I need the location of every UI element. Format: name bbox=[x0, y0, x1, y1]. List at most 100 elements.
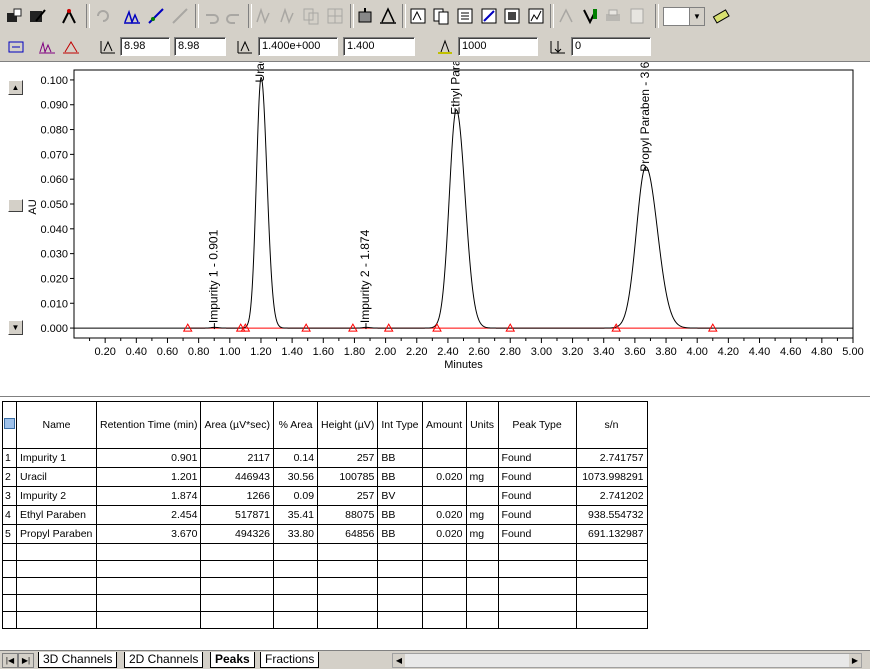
empty-cell[interactable] bbox=[16, 543, 97, 561]
integrate-icon[interactable] bbox=[121, 5, 143, 27]
cell-row-number[interactable]: 5 bbox=[2, 524, 17, 544]
table-corner-icon[interactable] bbox=[2, 401, 17, 449]
cell-units[interactable]: mg bbox=[465, 467, 499, 487]
cell-int-type[interactable]: BB bbox=[377, 505, 423, 525]
empty-cell[interactable] bbox=[16, 577, 97, 595]
cell-retention-time[interactable]: 1.874 bbox=[95, 486, 202, 506]
empty-cell[interactable] bbox=[377, 611, 423, 629]
zoom-scale-icon[interactable] bbox=[5, 36, 27, 58]
empty-cell[interactable] bbox=[575, 577, 648, 595]
empty-table-row[interactable] bbox=[2, 577, 648, 595]
cell-row-number[interactable]: 2 bbox=[2, 467, 17, 487]
empty-cell[interactable] bbox=[273, 543, 319, 561]
empty-cell[interactable] bbox=[200, 594, 275, 612]
y-value-field[interactable]: 1.400 bbox=[343, 37, 415, 56]
empty-cell[interactable] bbox=[95, 543, 202, 561]
empty-cell[interactable] bbox=[465, 560, 499, 578]
table-row[interactable]: 2 Uracil 1.201 446943 30.56 100785 BB 0.020 mg Fo… bbox=[2, 467, 648, 487]
tab-2d-channels[interactable]: 2D Channels bbox=[124, 652, 204, 668]
empty-table-row[interactable] bbox=[2, 611, 648, 629]
cell-area[interactable]: 446943 bbox=[200, 467, 275, 487]
empty-cell[interactable] bbox=[497, 560, 577, 578]
empty-cell[interactable] bbox=[200, 543, 275, 561]
offset-field[interactable]: 0 bbox=[571, 37, 651, 56]
cell-name[interactable]: Impurity 2 bbox=[16, 486, 97, 506]
empty-cell[interactable] bbox=[2, 560, 17, 578]
view-chromatogram-icon[interactable] bbox=[407, 5, 429, 27]
chromatogram-chart[interactable]: 0.000 0.010 0.020 0.030 0.040 0.050 0.060 0.070… bbox=[0, 62, 870, 372]
y-max-field[interactable]: 1.400e+000 bbox=[258, 37, 338, 56]
cell-units[interactable]: mg bbox=[465, 505, 499, 525]
empty-cell[interactable] bbox=[497, 543, 577, 561]
col-header-int-type[interactable]: Int Type bbox=[377, 401, 423, 449]
calibration-curve-icon[interactable] bbox=[478, 5, 500, 27]
process-icon[interactable] bbox=[27, 5, 49, 27]
cell-percent-area[interactable]: 0.09 bbox=[273, 486, 319, 506]
tab-nav-next-icon[interactable]: ▶| bbox=[18, 653, 34, 668]
cell-name[interactable]: Uracil bbox=[16, 467, 97, 487]
cell-sn[interactable]: 2.741202 bbox=[575, 486, 648, 506]
cell-percent-area[interactable]: 35.41 bbox=[273, 505, 319, 525]
empty-cell[interactable] bbox=[317, 577, 379, 595]
cell-area[interactable]: 494326 bbox=[200, 524, 275, 544]
cell-height[interactable]: 64856 bbox=[317, 524, 379, 544]
cell-peak-type[interactable]: Found bbox=[497, 486, 577, 506]
cell-int-type[interactable]: BB bbox=[377, 448, 423, 468]
empty-cell[interactable] bbox=[421, 543, 467, 561]
x-scale-icon[interactable] bbox=[97, 36, 119, 58]
col-header-sn[interactable]: s/n bbox=[575, 401, 648, 449]
cell-name[interactable]: Ethyl Paraben bbox=[16, 505, 97, 525]
calibrate-icon[interactable] bbox=[145, 5, 167, 27]
empty-cell[interactable] bbox=[95, 594, 202, 612]
cell-percent-area[interactable]: 0.14 bbox=[273, 448, 319, 468]
x-min-field[interactable]: 8.98 bbox=[120, 37, 170, 56]
empty-cell[interactable] bbox=[377, 594, 423, 612]
cell-area[interactable]: 2117 bbox=[200, 448, 275, 468]
print-icon[interactable] bbox=[602, 5, 624, 27]
preview-icon[interactable] bbox=[626, 5, 648, 27]
cell-sn[interactable]: 2.741757 bbox=[575, 448, 648, 468]
empty-cell[interactable] bbox=[273, 560, 319, 578]
cell-retention-time[interactable]: 1.201 bbox=[95, 467, 202, 487]
empty-cell[interactable] bbox=[16, 560, 97, 578]
empty-cell[interactable] bbox=[317, 594, 379, 612]
empty-cell[interactable] bbox=[575, 560, 648, 578]
undo-icon[interactable] bbox=[200, 5, 222, 27]
empty-cell[interactable] bbox=[421, 560, 467, 578]
threshold-field[interactable]: 1000 bbox=[458, 37, 538, 56]
cell-units[interactable]: mg bbox=[465, 524, 499, 544]
cell-units[interactable] bbox=[465, 448, 499, 468]
cell-height[interactable]: 100785 bbox=[317, 467, 379, 487]
cell-units[interactable] bbox=[465, 486, 499, 506]
cell-amount[interactable]: 0.020 bbox=[421, 524, 467, 544]
empty-cell[interactable] bbox=[317, 560, 379, 578]
table-row[interactable]: 3 Impurity 2 1.874 1266 0.09 257 BV Found 2.7412… bbox=[2, 486, 648, 506]
cell-height[interactable]: 257 bbox=[317, 486, 379, 506]
copy-icon[interactable] bbox=[300, 5, 322, 27]
cell-sn[interactable]: 938.554732 bbox=[575, 505, 648, 525]
spectrum-icon[interactable] bbox=[525, 5, 547, 27]
empty-table-row[interactable] bbox=[2, 560, 648, 578]
empty-cell[interactable] bbox=[95, 560, 202, 578]
cell-peak-type[interactable]: Found bbox=[497, 448, 577, 468]
cell-peak-type[interactable]: Found bbox=[497, 467, 577, 487]
cell-name[interactable]: Impurity 1 bbox=[16, 448, 97, 468]
tab-fractions[interactable]: Fractions bbox=[260, 652, 320, 668]
wizard-icon[interactable] bbox=[58, 5, 80, 27]
empty-cell[interactable] bbox=[2, 594, 17, 612]
review-icon[interactable] bbox=[555, 5, 577, 27]
cell-retention-time[interactable]: 3.670 bbox=[95, 524, 202, 544]
cell-amount[interactable]: 0.020 bbox=[421, 467, 467, 487]
cell-amount[interactable] bbox=[421, 486, 467, 506]
color-dropdown[interactable]: ▼ bbox=[663, 7, 705, 26]
empty-cell[interactable] bbox=[575, 594, 648, 612]
quantitate-icon[interactable] bbox=[169, 5, 191, 27]
tabs-scroll-right-button[interactable]: ▶ bbox=[849, 654, 861, 667]
split-icon[interactable] bbox=[277, 5, 299, 27]
cell-peak-type[interactable]: Found bbox=[497, 505, 577, 525]
col-header-area[interactable]: Area (µV*sec) bbox=[200, 401, 275, 449]
empty-cell[interactable] bbox=[421, 611, 467, 629]
empty-table-row[interactable] bbox=[2, 543, 648, 561]
empty-cell[interactable] bbox=[377, 560, 423, 578]
refresh-icon[interactable] bbox=[92, 5, 114, 27]
